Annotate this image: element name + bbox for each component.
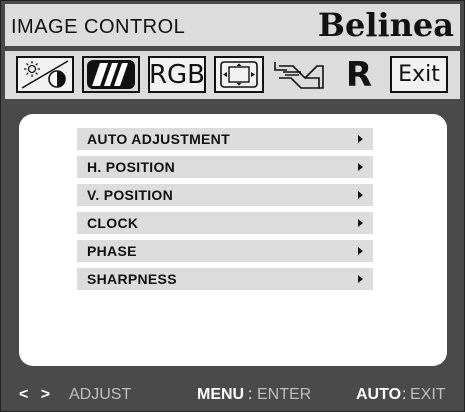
menu-item-label: PHASE [87, 243, 137, 259]
menu-item-v-position[interactable]: V. POSITION [77, 184, 373, 206]
color-rgb-icon: RGB [148, 59, 206, 90]
image-control-menu: AUTO ADJUSTMENT H. POSITION V. POSITION … [77, 128, 373, 296]
brand-logo: Belinea [317, 6, 454, 44]
menu-panel: AUTO ADJUSTMENT H. POSITION V. POSITION … [19, 114, 447, 366]
menu-item-clock[interactable]: CLOCK [77, 212, 373, 234]
menu-item-phase[interactable]: PHASE [77, 240, 373, 262]
chevron-right-icon [358, 219, 363, 227]
menu-item-h-position[interactable]: H. POSITION [77, 156, 373, 178]
menu-item-sharpness[interactable]: SHARPNESS [77, 268, 373, 290]
auto-exit-hint: EXIT [410, 386, 446, 403]
key-hint-bar: < > ADJUST MENU : ENTER AUTO : EXIT [1, 382, 464, 412]
toolbar-image-control[interactable] [82, 56, 140, 93]
chevron-right-icon [358, 135, 363, 143]
chevron-right-icon [358, 191, 363, 199]
exit-icon: Exit [398, 61, 440, 87]
position-icon [220, 61, 258, 88]
title-bar: IMAGE CONTROL Belinea [5, 4, 460, 46]
menu-separator: : [248, 386, 253, 403]
toolbar-brightness-contrast[interactable] [16, 56, 74, 93]
menu-enter-hint: ENTER [257, 386, 312, 403]
auto-separator: : [402, 386, 407, 403]
menu-item-label: CLOCK [87, 215, 139, 231]
menu-key-label: MENU [197, 386, 245, 403]
image-control-icon [87, 60, 135, 89]
brightness-contrast-icon [21, 60, 69, 89]
menu-item-label: V. POSITION [87, 187, 174, 203]
menu-title: IMAGE CONTROL [11, 16, 186, 38]
menu-item-label: SHARPNESS [87, 271, 177, 287]
toolbar-position[interactable] [214, 56, 264, 93]
osd-settings-icon [274, 61, 324, 89]
toolbar-reset[interactable]: R [334, 56, 384, 93]
osd-window: IMAGE CONTROL Belinea RGB R Exit AUTO AD… [0, 0, 465, 412]
reset-icon: R [345, 54, 373, 95]
chevron-right-icon [358, 275, 363, 283]
menu-item-label: H. POSITION [87, 159, 176, 175]
chevron-right-icon [358, 163, 363, 171]
menu-item-auto-adjustment[interactable]: AUTO ADJUSTMENT [77, 128, 373, 150]
menu-item-label: AUTO ADJUSTMENT [87, 131, 230, 147]
toolbar-color[interactable]: RGB [148, 56, 206, 93]
adjust-hint: ADJUST [69, 386, 132, 403]
auto-key-label: AUTO [356, 386, 402, 403]
chevron-right-icon [358, 247, 363, 255]
category-toolbar: RGB R Exit [5, 51, 460, 99]
toolbar-osd-settings[interactable] [270, 56, 328, 93]
arrow-keys-hint: < > [19, 386, 55, 403]
toolbar-exit[interactable]: Exit [390, 56, 448, 93]
